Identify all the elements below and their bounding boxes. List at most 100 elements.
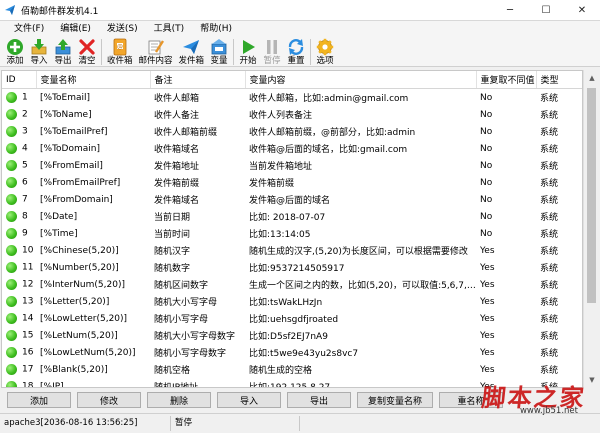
id-cell: 6 bbox=[2, 174, 36, 191]
content-cell: 比如:9537214505917 bbox=[249, 264, 345, 274]
import-variable-button[interactable]: 导入 bbox=[217, 392, 281, 408]
note-cell: 当前时间 bbox=[154, 230, 191, 240]
mail-content-icon bbox=[148, 40, 164, 55]
table-row[interactable]: 6 [%FromEmailPref] 发件箱前缀 发件箱前缀 No 系统 bbox=[2, 174, 582, 191]
table-row[interactable]: 7 [%FromDomain] 发件箱域名 发件箱@后面的域名 No 系统 bbox=[2, 191, 582, 208]
variable-name-cell: [%ToEmail] bbox=[40, 92, 91, 103]
toolbar: 添加 导入 导出 清空 @ 收件箱 邮件内容 发件箱 变量 开始 暂停 重置 选… bbox=[0, 37, 600, 67]
note-cell: 随机区间数字 bbox=[150, 276, 245, 293]
id-cell: 15 bbox=[2, 327, 36, 344]
column-header-type[interactable]: 类型 bbox=[536, 71, 582, 89]
clear-button[interactable]: 清空 bbox=[75, 37, 99, 67]
variable-button-label: 变量 bbox=[210, 56, 228, 66]
content-cell: 收件人邮箱，比如:admin@gmail.com bbox=[249, 94, 409, 104]
repeat-cell: No bbox=[480, 194, 493, 205]
import-button-label: 导入 bbox=[30, 56, 48, 66]
menu-bar: 文件(F) 编辑(E) 发送(S) 工具(T) 帮助(H) bbox=[0, 21, 600, 37]
table-row[interactable]: 3 [%ToEmailPref] 收件人邮箱前缀 收件人邮箱前缀，@前部分，比如:ad… bbox=[2, 123, 582, 140]
outbox-button[interactable]: 发件箱 bbox=[176, 37, 208, 67]
table-row[interactable]: 14 [%LowLetter(5,20)] 随机小写字母 比如:uehsgdfjroa… bbox=[2, 310, 582, 327]
note-cell: 发件箱域名 bbox=[154, 196, 200, 206]
note-cell: 随机小写字母 bbox=[150, 310, 245, 327]
outbox-button-label: 发件箱 bbox=[178, 56, 205, 66]
table-row[interactable]: 9 [%Time] 当前时间 比如:13:14:05 No 系统 bbox=[2, 225, 582, 242]
status-dot-icon bbox=[6, 296, 17, 307]
status-dot-icon bbox=[6, 347, 17, 358]
maximize-button[interactable]: ☐ bbox=[528, 0, 564, 20]
add-variable-button[interactable]: 添加 bbox=[7, 392, 71, 408]
export-button[interactable]: 导出 bbox=[51, 37, 75, 67]
options-button[interactable]: 选项 bbox=[313, 37, 337, 67]
scroll-up-arrow-icon[interactable]: ▲ bbox=[584, 70, 600, 86]
type-cell: 系统 bbox=[536, 174, 582, 191]
edit-variable-button[interactable]: 修改 bbox=[77, 392, 141, 408]
menu-file[interactable]: 文件(F) bbox=[6, 21, 52, 37]
status-dot-icon bbox=[6, 228, 17, 239]
type-cell: 系统 bbox=[536, 344, 582, 361]
table-row[interactable]: 1 [%ToEmail] 收件人邮箱 收件人邮箱，比如:admin@gmail.com… bbox=[2, 89, 582, 107]
add-button-label: 添加 bbox=[6, 56, 24, 66]
content-cell: 随机生成的汉字,(5,20)为长度区间，可以根据需要修改 bbox=[245, 242, 476, 259]
status-dot-icon bbox=[6, 262, 17, 273]
options-icon bbox=[316, 38, 334, 56]
row-id: 11 bbox=[22, 262, 34, 273]
start-button[interactable]: 开始 bbox=[236, 37, 260, 67]
column-header-id[interactable]: ID bbox=[2, 71, 37, 89]
content-cell: 生成一个区间之内的数，比如(5,20)，可以取值:5,6,7,8... bbox=[245, 276, 476, 293]
variable-name-cell: [%InterNum(5,20)] bbox=[36, 276, 150, 293]
minimize-button[interactable]: ─ bbox=[492, 0, 528, 20]
note-cell: 收件人邮箱 bbox=[154, 94, 200, 104]
status-dot-icon bbox=[6, 364, 17, 375]
menu-send[interactable]: 发送(S) bbox=[99, 21, 146, 37]
content-cell: 比如:13:14:05 bbox=[249, 230, 311, 240]
table-row[interactable]: 12 [%InterNum(5,20)] 随机区间数字 生成一个区间之内的数，比如(5… bbox=[2, 276, 582, 293]
delete-variable-button[interactable]: 删除 bbox=[147, 392, 211, 408]
vertical-scrollbar[interactable]: ▲ ▼ bbox=[583, 70, 599, 388]
table-row[interactable]: 17 [%Blank(5,20)] 随机空格 随机生成的空格 Yes 系统 bbox=[2, 361, 582, 378]
status-dot-icon bbox=[6, 126, 17, 137]
status-dot-icon bbox=[6, 143, 17, 154]
table-row[interactable]: 5 [%FromEmail] 发件箱地址 当前发件箱地址 No 系统 bbox=[2, 157, 582, 174]
menu-tools[interactable]: 工具(T) bbox=[146, 21, 193, 37]
import-button[interactable]: 导入 bbox=[27, 37, 51, 67]
type-cell: 系统 bbox=[540, 366, 559, 376]
note-cell: 随机IP地址 bbox=[150, 378, 245, 387]
row-id: 8 bbox=[22, 211, 28, 222]
table-row[interactable]: 2 [%ToName] 收件人备注 收件人列表备注 No 系统 bbox=[2, 106, 582, 123]
note-cell: 收件人邮箱前缀 bbox=[154, 128, 218, 138]
table-row[interactable]: 13 [%Letter(5,20)] 随机大小写字母 比如:tsWakLHzJn Yes… bbox=[2, 293, 582, 310]
note-cell: 当前日期 bbox=[150, 208, 245, 225]
reset-button[interactable]: 重置 bbox=[284, 37, 308, 67]
row-id: 10 bbox=[22, 245, 34, 256]
menu-help[interactable]: 帮助(H) bbox=[192, 21, 240, 37]
reset-button-label: 重置 bbox=[287, 56, 305, 66]
scrollbar-thumb[interactable] bbox=[587, 88, 596, 303]
repeat-cell: Yes bbox=[480, 330, 495, 341]
table-row[interactable]: 11 [%Number(5,20)] 随机数字 比如:9537214505917 Yes… bbox=[2, 259, 582, 276]
table-row[interactable]: 16 [%LowLetNum(5,20)] 随机小写字母数字 比如:t5we9e43y… bbox=[2, 344, 582, 361]
close-button[interactable]: ✕ bbox=[564, 0, 600, 20]
type-cell: 系统 bbox=[540, 264, 559, 274]
add-icon bbox=[7, 39, 23, 55]
note-cell: 随机大小写字母 bbox=[154, 298, 218, 308]
content-cell: 比如:D5sf2EJ7nA9 bbox=[249, 332, 328, 342]
column-header-note[interactable]: 备注 bbox=[150, 71, 246, 89]
variable-button[interactable]: 变量 bbox=[207, 37, 231, 67]
column-header-repeat[interactable]: 重复取不同值 bbox=[476, 71, 537, 89]
add-button[interactable]: 添加 bbox=[3, 37, 27, 67]
menu-edit[interactable]: 编辑(E) bbox=[52, 21, 99, 37]
content-cell: 比如:192.125.8.27 bbox=[245, 378, 476, 387]
mail-content-button[interactable]: 邮件内容 bbox=[136, 37, 176, 67]
table-row[interactable]: 4 [%ToDomain] 收件箱域名 收件箱@后面的域名，比如:gmail.com N… bbox=[2, 140, 582, 157]
inbox-button[interactable]: @ 收件箱 bbox=[104, 37, 136, 67]
status-dot-icon bbox=[6, 160, 17, 171]
pause-button[interactable]: 暂停 bbox=[260, 37, 284, 67]
table-row[interactable]: 10 [%Chinese(5,20)] 随机汉字 随机生成的汉字,(5,20)为长度区… bbox=[2, 242, 582, 259]
table-row[interactable]: 15 [%LetNum(5,20)] 随机大小写字母数字 比如:D5sf2EJ7nA9… bbox=[2, 327, 582, 344]
table-row[interactable]: 8 [%Date] 当前日期 比如: 2018-07-07 No 系统 bbox=[2, 208, 582, 225]
column-header-content[interactable]: 变量内容 bbox=[245, 71, 477, 89]
status-dot-icon bbox=[6, 109, 17, 120]
column-header-name[interactable]: 变量名称 bbox=[36, 71, 151, 89]
export-variable-button[interactable]: 导出 bbox=[287, 392, 351, 408]
copy-variable-name-button[interactable]: 复制变量名称 bbox=[357, 392, 433, 408]
